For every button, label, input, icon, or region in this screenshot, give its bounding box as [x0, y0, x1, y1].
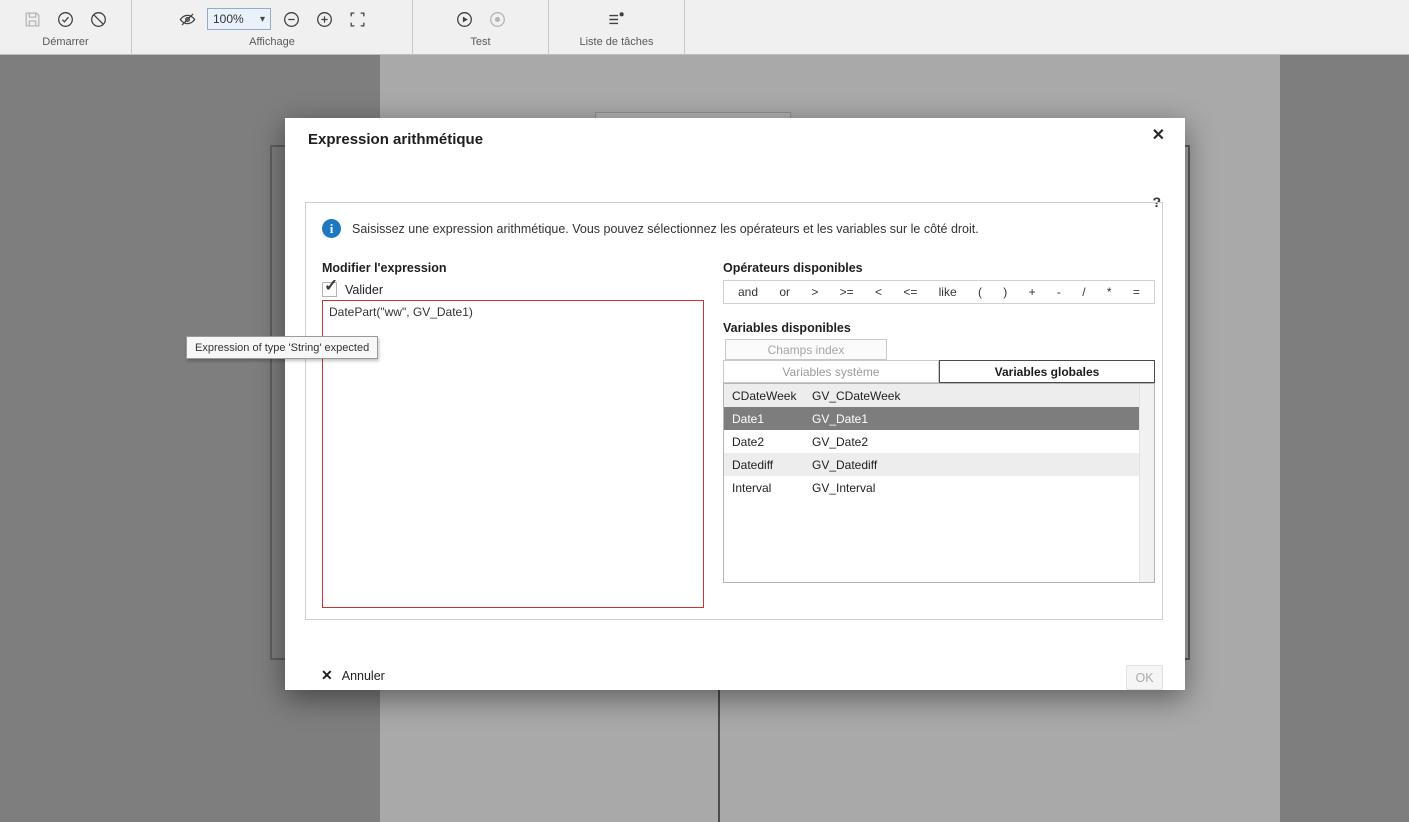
- variable-row[interactable]: CDateWeek GV_CDateWeek: [724, 384, 1139, 407]
- toolbar-group-label: Liste de tâches: [580, 36, 654, 48]
- variable-value: GV_Interval: [812, 481, 875, 495]
- tab-champs-index[interactable]: Champs index: [725, 339, 887, 360]
- check-icon: ✓: [324, 276, 338, 296]
- record-icon: [488, 10, 507, 29]
- operator-item[interactable]: >=: [840, 285, 854, 299]
- tab-variables-systeme[interactable]: Variables système: [723, 360, 939, 383]
- expression-dialog: Expression arithmétique ✕ ? i Saisissez …: [285, 118, 1185, 690]
- check-circle-icon: [56, 10, 75, 29]
- variable-row-selected[interactable]: Date1 GV_Date1: [724, 407, 1139, 430]
- zoom-level-value: 100%: [213, 12, 244, 26]
- minus-circle-icon: [282, 10, 301, 29]
- dialog-title: Expression arithmétique: [308, 131, 483, 148]
- operator-item[interactable]: (: [978, 285, 982, 299]
- info-icon: i: [322, 219, 341, 238]
- variable-value: GV_CDateWeek: [812, 389, 900, 403]
- operator-item[interactable]: +: [1029, 285, 1036, 299]
- chevron-down-icon: ▾: [260, 14, 265, 25]
- validate-checkbox[interactable]: ✓: [322, 282, 337, 297]
- validate-checkbox-row[interactable]: ✓ Valider: [322, 282, 383, 297]
- validate-checkbox-label: Valider: [345, 283, 383, 297]
- operator-item[interactable]: like: [939, 285, 957, 299]
- plus-circle-icon: [315, 10, 334, 29]
- dialog-content-panel: i Saisissez une expression arithmétique.…: [305, 202, 1163, 620]
- zoom-in-button[interactable]: [311, 6, 337, 32]
- cancel-dialog-button[interactable]: ✕ Annuler: [321, 667, 385, 684]
- expression-input[interactable]: DatePart("ww", GV_Date1): [322, 300, 704, 608]
- validate-button[interactable]: [53, 6, 79, 32]
- cancel-label: Annuler: [342, 669, 385, 683]
- task-list-icon: [607, 10, 626, 29]
- toolbar-group-label: Test: [470, 36, 490, 48]
- operator-item[interactable]: or: [779, 285, 790, 299]
- fit-view-icon: [348, 10, 367, 29]
- variable-value: GV_Datediff: [812, 458, 877, 472]
- info-text: Saisissez une expression arithmétique. V…: [352, 222, 979, 236]
- scrollbar[interactable]: [1139, 384, 1154, 582]
- ok-button[interactable]: OK: [1126, 665, 1163, 690]
- variable-name: Date1: [732, 412, 812, 426]
- operator-item[interactable]: >: [811, 285, 818, 299]
- operator-item[interactable]: =: [1133, 285, 1140, 299]
- variable-value: GV_Date2: [812, 435, 868, 449]
- toolbar-group-demarrer: Démarrer: [0, 0, 131, 54]
- variable-name: CDateWeek: [732, 389, 812, 403]
- record-button[interactable]: [484, 6, 510, 32]
- zoom-level-select[interactable]: 100% ▾: [207, 8, 271, 30]
- task-list-button[interactable]: [604, 6, 630, 32]
- variables-list: CDateWeek GV_CDateWeek Date1 GV_Date1 Da…: [723, 383, 1155, 583]
- tab-variables-globales[interactable]: Variables globales: [939, 360, 1155, 383]
- validation-tooltip: Expression of type 'String' expected: [186, 336, 378, 359]
- operators-label: Opérateurs disponibles: [723, 261, 863, 275]
- operator-item[interactable]: *: [1107, 285, 1112, 299]
- operator-item[interactable]: /: [1082, 285, 1085, 299]
- variable-row[interactable]: Interval GV_Interval: [724, 476, 1139, 499]
- run-test-button[interactable]: [451, 6, 477, 32]
- close-icon[interactable]: ✕: [1152, 128, 1165, 144]
- toolbar-group-task-list: Liste de tâches: [549, 0, 684, 54]
- toolbar-separator: [684, 0, 685, 55]
- operators-bar: and or > >= < <= like ( ) + - / * =: [723, 280, 1155, 304]
- variable-row[interactable]: Datediff GV_Datediff: [724, 453, 1139, 476]
- toolbar-group-affichage: 100% ▾ Affichage: [132, 0, 412, 54]
- fit-to-view-button[interactable]: [344, 6, 370, 32]
- variable-name: Datediff: [732, 458, 812, 472]
- play-icon: [455, 10, 474, 29]
- cancel-button[interactable]: [86, 6, 112, 32]
- cancel-x-icon: ✕: [321, 667, 333, 684]
- eye-off-icon: [178, 10, 197, 29]
- toolbar: Démarrer 100% ▾: [0, 0, 1409, 55]
- variable-name: Interval: [732, 481, 812, 495]
- operator-item[interactable]: -: [1057, 285, 1061, 299]
- operator-item[interactable]: ): [1003, 285, 1007, 299]
- toolbar-group-label: Démarrer: [42, 36, 88, 48]
- workflow-connector-line: [718, 690, 720, 822]
- slash-circle-icon: [89, 10, 108, 29]
- save-icon: [23, 10, 42, 29]
- zoom-out-button[interactable]: [278, 6, 304, 32]
- expression-label: Modifier l'expression: [322, 261, 447, 275]
- save-button[interactable]: [20, 6, 46, 32]
- variables-label: Variables disponibles: [723, 321, 851, 335]
- operator-item[interactable]: <: [875, 285, 882, 299]
- toolbar-group-label: Affichage: [249, 36, 295, 48]
- variable-row[interactable]: Date2 GV_Date2: [724, 430, 1139, 453]
- hide-annotations-button[interactable]: [174, 6, 200, 32]
- variable-name: Date2: [732, 435, 812, 449]
- toolbar-group-test: Test: [413, 0, 548, 54]
- operator-item[interactable]: <=: [903, 285, 917, 299]
- variable-value: GV_Date1: [812, 412, 868, 426]
- operator-item[interactable]: and: [738, 285, 758, 299]
